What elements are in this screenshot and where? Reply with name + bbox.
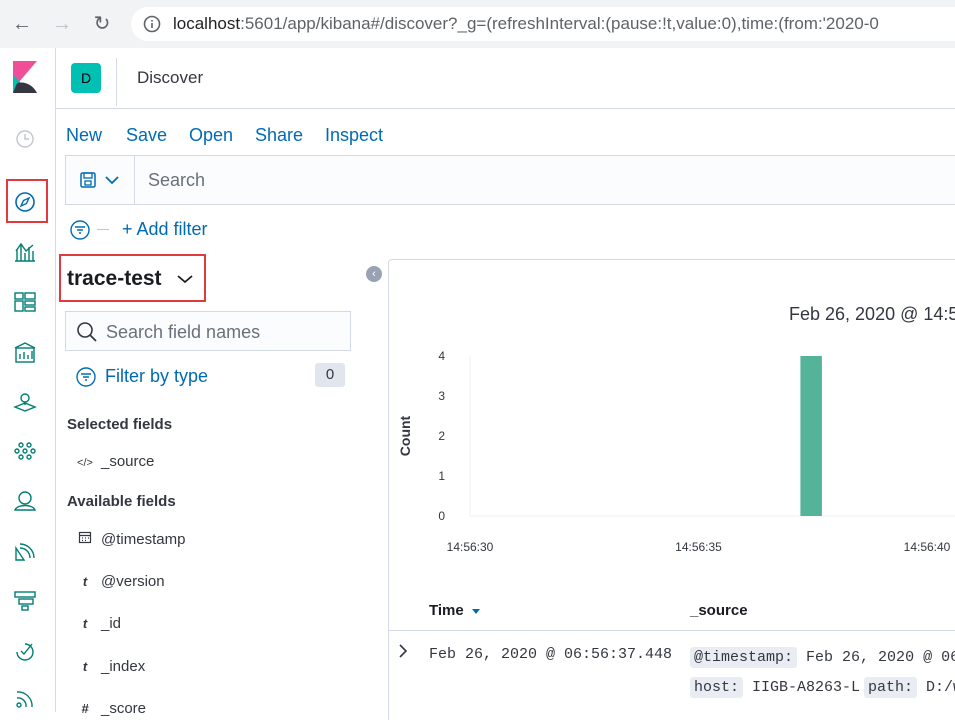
field-search-box	[65, 311, 351, 352]
collapse-sidebar-icon[interactable]: ‹	[366, 266, 382, 282]
source-path-pair: path: D:/w	[864, 677, 955, 698]
field-item[interactable]: # _score	[75, 700, 146, 722]
x-tick-label: 14:56:40	[904, 540, 951, 554]
field-item[interactable]: t _id	[75, 615, 121, 637]
field-item[interactable]: t _index	[75, 658, 145, 680]
app-header: D Discover	[56, 48, 955, 109]
discover-compass-icon[interactable]	[12, 189, 38, 215]
source-value: IIGB-A8263-L	[752, 679, 861, 696]
source-key: @timestamp:	[690, 647, 798, 668]
index-pattern-name: trace-test	[67, 267, 162, 290]
field-search-input[interactable]	[104, 312, 348, 352]
address-bar[interactable]: localhost:5601/app/kibana#/discover?_g=(…	[131, 7, 955, 41]
url-text[interactable]: localhost:5601/app/kibana#/discover?_g=(…	[173, 14, 879, 34]
field-item[interactable]: </> _source	[75, 453, 154, 475]
string-type-icon: t	[82, 616, 88, 631]
space-avatar[interactable]: D	[71, 63, 101, 93]
visualize-icon[interactable]	[12, 239, 38, 265]
browser-toolbar: ← → ↻ localhost:5601/app/kibana#/discove…	[0, 0, 955, 49]
field-item[interactable]: t @version	[75, 573, 165, 595]
table-header-divider	[388, 630, 955, 631]
infrastructure-icon[interactable]	[12, 488, 38, 514]
histogram-bar[interactable]	[800, 356, 822, 516]
canvas-icon[interactable]	[12, 340, 38, 366]
ml-icon[interactable]	[12, 438, 38, 464]
field-name: _score	[101, 700, 147, 717]
field-name: @timestamp	[101, 531, 186, 548]
y-tick-label: 3	[438, 389, 445, 403]
logs-icon[interactable]	[12, 538, 38, 564]
filter-by-type-link[interactable]: Filter by type	[105, 366, 208, 387]
filter-count-badge: 0	[315, 363, 345, 387]
kibana-logo-icon[interactable]	[13, 61, 37, 93]
source-timestamp-pair: @timestamp: Feb 26, 2020 @ 06	[690, 647, 955, 668]
chart-title: Feb 26, 2020 @ 14:5	[789, 304, 955, 324]
dashboard-icon[interactable]	[12, 289, 38, 315]
page-title: Discover	[137, 68, 204, 87]
x-tick-label: 14:56:35	[675, 540, 722, 554]
field-name: @version	[101, 573, 165, 590]
reload-icon[interactable]: ↻	[88, 10, 116, 38]
time-column-header[interactable]: Time	[429, 602, 481, 619]
selected-fields-heading: Selected fields	[67, 416, 173, 433]
header-divider	[116, 58, 117, 106]
search-icon	[77, 322, 97, 342]
string-type-icon: t	[82, 574, 88, 589]
filter-options-icon[interactable]	[68, 218, 92, 242]
apm-icon[interactable]	[12, 588, 38, 614]
add-filter-link[interactable]: + Add filter	[122, 219, 208, 240]
index-pattern-selector[interactable]: trace-test	[67, 267, 193, 291]
sort-down-icon[interactable]	[471, 607, 481, 615]
new-link[interactable]: New	[66, 125, 102, 146]
source-host-pair: host: IIGB-A8263-L	[690, 677, 861, 698]
inspect-link[interactable]: Inspect	[325, 125, 383, 146]
uptime-icon[interactable]	[12, 638, 38, 664]
save-link[interactable]: Save	[126, 125, 167, 146]
field-name: _index	[101, 658, 146, 675]
field-item[interactable]: @timestamp	[75, 530, 185, 552]
source-value: Feb 26, 2020 @ 06	[806, 649, 955, 666]
query-bar	[65, 155, 955, 205]
field-name: _id	[101, 615, 122, 632]
code-icon: </>	[77, 457, 93, 469]
maps-icon[interactable]	[12, 389, 38, 415]
y-tick-label: 2	[438, 429, 445, 443]
y-tick-label: 0	[438, 509, 445, 523]
source-key: path:	[864, 677, 918, 698]
row-expand-chevron-icon[interactable]	[398, 644, 408, 661]
url-host: localhost	[173, 14, 241, 33]
back-arrow-icon[interactable]: ←	[8, 10, 36, 38]
recent-clock-icon[interactable]	[12, 126, 38, 152]
source-column-header: _source	[690, 602, 748, 619]
saved-query-button[interactable]	[66, 156, 135, 204]
x-tick-label: 14:56:30	[447, 540, 494, 554]
y-tick-label: 4	[438, 349, 445, 363]
available-fields-heading: Available fields	[67, 493, 176, 510]
open-link[interactable]: Open	[189, 125, 233, 146]
histogram-chart[interactable]: Count 0 1 2 3 4 14:56:30 14:56:35 14:56:40	[390, 340, 955, 565]
share-link[interactable]: Share	[255, 125, 303, 146]
filter-icon[interactable]	[74, 365, 98, 389]
source-key: host:	[690, 677, 744, 698]
y-axis-label: Count	[397, 415, 413, 456]
save-disk-icon	[80, 172, 96, 188]
string-type-icon: t	[82, 659, 88, 674]
chevron-down-icon	[177, 275, 193, 284]
siem-icon[interactable]	[12, 686, 38, 712]
source-value: D:/w	[926, 679, 955, 696]
url-path: :5601/app/kibana#/discover?_g=(refreshIn…	[240, 14, 879, 33]
search-input[interactable]	[136, 156, 955, 204]
field-name: _source	[101, 453, 155, 470]
info-icon[interactable]	[143, 15, 161, 33]
y-tick-label: 1	[438, 469, 445, 483]
calendar-icon	[75, 530, 95, 547]
filter-dash	[97, 229, 109, 230]
app-nav-rail	[0, 48, 56, 712]
forward-arrow-icon[interactable]: →	[48, 10, 76, 38]
chevron-down-icon	[105, 176, 119, 185]
row-time-cell: Feb 26, 2020 @ 06:56:37.448	[429, 646, 673, 663]
number-type-icon: #	[81, 701, 89, 716]
time-header-label: Time	[429, 602, 464, 619]
